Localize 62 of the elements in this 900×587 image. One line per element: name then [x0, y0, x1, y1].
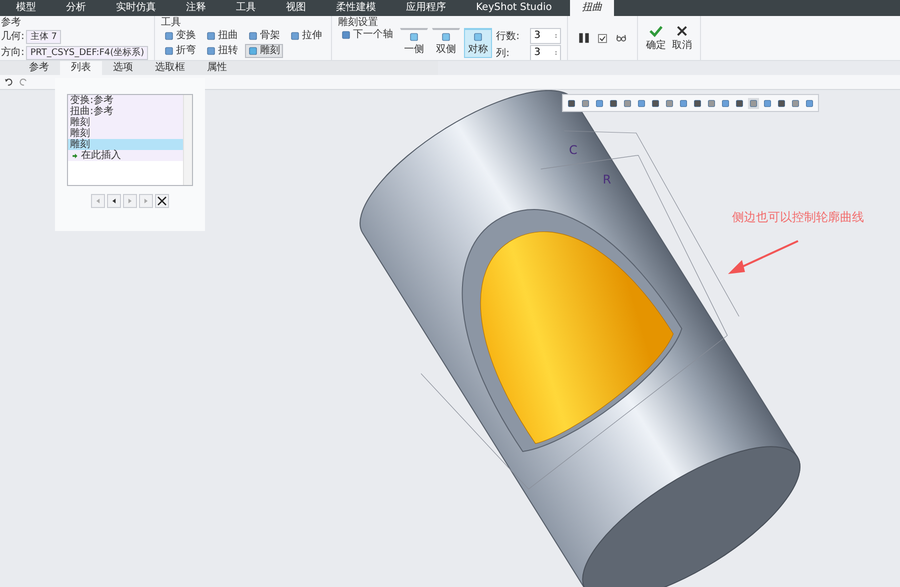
collector-field[interactable]: 主体 7: [26, 30, 61, 44]
list-item[interactable]: 雕刻: [68, 128, 183, 139]
number-spinner[interactable]: 3: [530, 45, 562, 60]
menu-tab[interactable]: 模型: [4, 0, 48, 16]
tool-button[interactable]: 扭转: [203, 44, 242, 58]
spinner-label: 列:: [496, 47, 511, 60]
mode-button[interactable]: 双侧: [432, 28, 460, 58]
tool-button[interactable]: 折弯: [161, 44, 200, 58]
close-icon: [157, 196, 167, 206]
undo-icon: [4, 77, 14, 88]
menu-tab[interactable]: 工具: [224, 0, 268, 16]
tool-button[interactable]: 扭曲: [203, 29, 242, 43]
cancel-button[interactable]: 取消: [670, 24, 694, 52]
field-label: 几何:: [1, 31, 24, 43]
list-item[interactable]: 雕刻: [68, 139, 183, 150]
delete-button[interactable]: [155, 194, 169, 208]
list-item[interactable]: 雕刻: [68, 117, 183, 128]
group-title: 工具: [161, 17, 182, 28]
menu-tab[interactable]: 扭曲: [570, 0, 614, 16]
close-icon: [675, 24, 690, 38]
tool-button[interactable]: 雕刻: [245, 44, 284, 58]
ok-button[interactable]: 确定: [644, 24, 668, 52]
previous-icon: [110, 197, 118, 205]
menu-tab[interactable]: 柔性建模: [324, 0, 388, 16]
group-title: 雕刻设置: [338, 17, 380, 28]
tool-button[interactable]: 骨架: [245, 29, 284, 43]
menu-tab[interactable]: 实时仿真: [104, 0, 168, 16]
next-axis-button[interactable]: 下一个轴: [338, 28, 396, 42]
menu-tab[interactable]: 分析: [54, 0, 98, 16]
tool-button[interactable]: 变换: [161, 29, 200, 43]
annotation-arrow: [728, 240, 798, 274]
next-icon: [126, 197, 134, 205]
spinner-label: 行数:: [496, 30, 521, 43]
panel-tab[interactable]: 列表: [60, 61, 102, 76]
menu-tab[interactable]: 视图: [274, 0, 318, 16]
checkmark-icon: [648, 24, 664, 38]
list-item[interactable]: 在此插入: [68, 150, 183, 161]
panel-tab[interactable]: 参考: [18, 61, 60, 76]
field-label: 方向:: [1, 47, 24, 59]
nav-button[interactable]: [107, 194, 121, 208]
glasses-icon: [615, 33, 628, 44]
group-title: 参考: [1, 17, 22, 28]
last-icon: [142, 197, 150, 205]
panel-tab[interactable]: 选项: [102, 61, 144, 76]
first-icon: [94, 197, 102, 205]
redo-icon: [18, 77, 28, 88]
menu-tab[interactable]: KeyShot Studio: [464, 0, 564, 16]
arrow-icon: [72, 152, 78, 158]
scrollbar[interactable]: [183, 95, 192, 185]
collector-field[interactable]: PRT_CSYS_DEF:F4(坐标系): [26, 46, 148, 60]
panel-tab[interactable]: 选取框: [144, 61, 196, 76]
mode-button[interactable]: 对称: [464, 28, 492, 58]
menu-tab[interactable]: 注释: [174, 0, 218, 16]
number-spinner[interactable]: 3: [530, 28, 562, 44]
mode-button[interactable]: 一侧: [400, 28, 428, 58]
preview-checkbox[interactable]: [598, 34, 608, 43]
list-item[interactable]: 变换:参考: [68, 95, 183, 106]
panel-tab[interactable]: 属性: [196, 61, 238, 76]
tool-button[interactable]: 拉伸: [287, 29, 326, 43]
menu-tab[interactable]: 应用程序: [394, 0, 458, 16]
annotation-text: 侧边也可以控制轮廓曲线: [732, 209, 864, 226]
list-item[interactable]: 扭曲:参考: [68, 106, 183, 117]
